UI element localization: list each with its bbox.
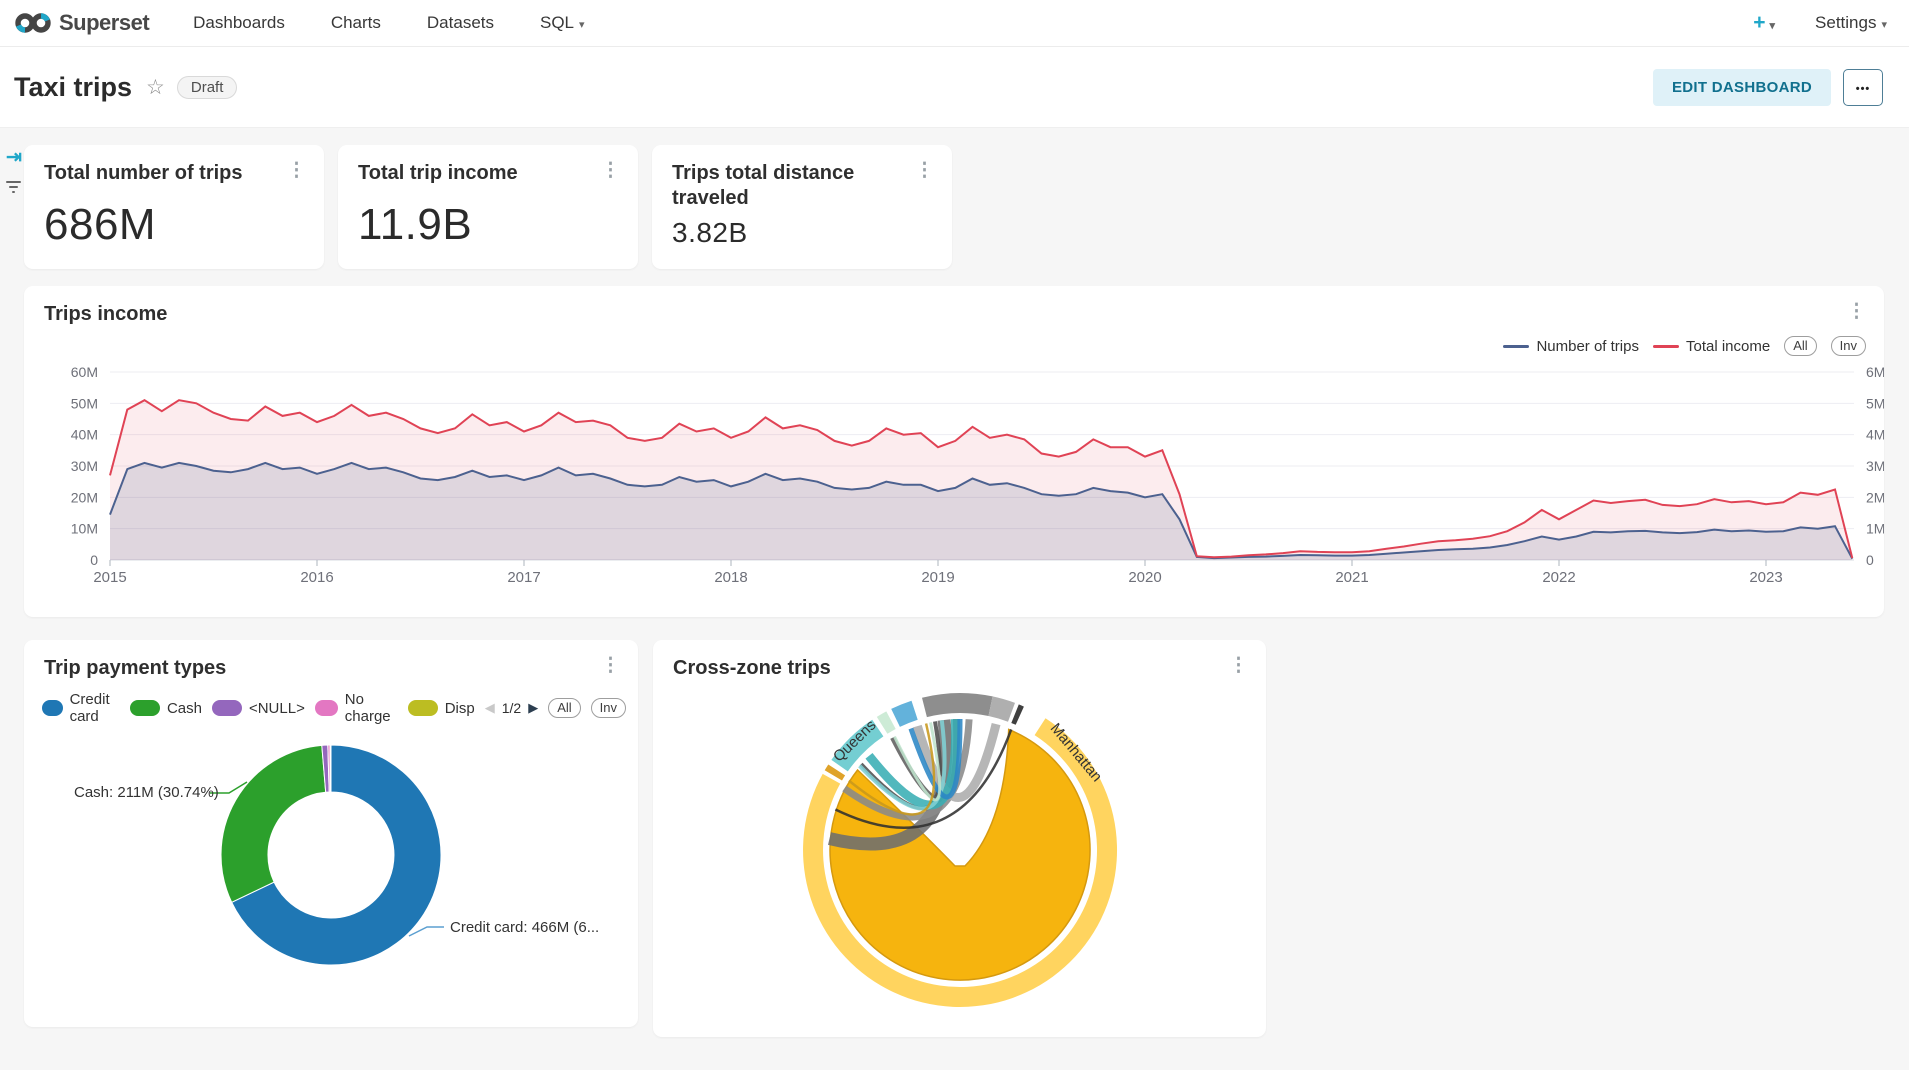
kpi-card-total-distance: Trips total distance traveled 3.82B <box>652 145 952 269</box>
filter-lines-icon <box>5 180 22 195</box>
header-actions: EDIT DASHBOARD <box>1653 69 1883 106</box>
kebab-menu-icon[interactable] <box>911 161 938 180</box>
kpi-card-trip-income: Total trip income 11.9B <box>338 145 638 269</box>
svg-text:10M: 10M <box>71 521 98 537</box>
trips-income-card: Trips income Number of trips Total incom… <box>24 286 1884 617</box>
svg-text:2016: 2016 <box>300 569 333 586</box>
svg-text:2019: 2019 <box>921 569 954 586</box>
svg-text:2017: 2017 <box>507 569 540 586</box>
chevron-down-icon <box>579 13 585 33</box>
payment-types-donut-chart: Cash: 211M (30.74%) Credit card: 466M (6.… <box>24 640 638 1032</box>
svg-text:2018: 2018 <box>714 569 747 586</box>
kebab-menu-icon[interactable] <box>283 161 310 180</box>
svg-text:4M: 4M <box>1866 427 1884 443</box>
svg-text:2020: 2020 <box>1128 569 1161 586</box>
kpi-value: 11.9B <box>338 186 638 250</box>
svg-text:0: 0 <box>1866 552 1874 568</box>
svg-text:Cash: 211M (30.74%): Cash: 211M (30.74%) <box>74 784 219 801</box>
svg-text:6M: 6M <box>1866 364 1884 380</box>
status-badge: Draft <box>177 76 238 99</box>
kpi-title: Total number of trips <box>44 161 243 186</box>
nav-item-dashboards[interactable]: Dashboards <box>193 13 285 33</box>
dashboard-header: Taxi trips Draft EDIT DASHBOARD <box>0 47 1909 128</box>
svg-text:3M: 3M <box>1866 458 1884 474</box>
nav-menu: Dashboards Charts Datasets SQL <box>193 13 584 33</box>
kebab-menu-icon[interactable] <box>597 161 624 180</box>
edit-dashboard-button[interactable]: EDIT DASHBOARD <box>1653 69 1831 106</box>
donut-chart-svg: Cash: 211M (30.74%) Credit card: 466M (6.… <box>24 640 638 1027</box>
nav-right: + Settings <box>1753 11 1887 35</box>
kpi-card-total-trips: Total number of trips 686M <box>24 145 324 269</box>
svg-text:2M: 2M <box>1866 489 1884 505</box>
kpi-title: Trips total distance traveled <box>672 161 892 211</box>
chord-chart-svg: QueensManhattan <box>653 640 1266 1037</box>
expand-filter-bar-icon[interactable]: ⇥ <box>6 146 22 169</box>
svg-text:20M: 20M <box>71 489 98 505</box>
top-navbar: Superset Dashboards Charts Datasets SQL … <box>0 0 1909 47</box>
filter-icon[interactable] <box>5 180 22 200</box>
new-item-button[interactable]: + <box>1753 11 1775 35</box>
svg-text:1M: 1M <box>1866 521 1884 537</box>
kpi-value: 686M <box>24 186 324 250</box>
nav-item-sql-label: SQL <box>540 13 574 33</box>
brand-name: Superset <box>59 10 149 36</box>
dashboard-canvas: ⇥ Total number of trips 686M Total trip … <box>0 128 1909 1070</box>
superset-logo-icon <box>14 11 52 35</box>
svg-text:2022: 2022 <box>1542 569 1575 586</box>
svg-text:0: 0 <box>90 552 98 568</box>
more-options-button[interactable] <box>1843 69 1883 106</box>
svg-text:50M: 50M <box>71 395 98 411</box>
svg-text:2023: 2023 <box>1749 569 1782 586</box>
svg-text:5M: 5M <box>1866 395 1884 411</box>
svg-text:30M: 30M <box>71 458 98 474</box>
nav-item-datasets[interactable]: Datasets <box>427 13 494 33</box>
svg-text:2021: 2021 <box>1335 569 1368 586</box>
page-title: Taxi trips <box>14 72 132 103</box>
svg-text:60M: 60M <box>71 364 98 380</box>
settings-label: Settings <box>1815 13 1876 33</box>
line-chart-svg: 60M6M50M5M40M4M30M3M20M2M10M1M0020152016… <box>24 286 1884 617</box>
nav-item-sql[interactable]: SQL <box>540 13 585 33</box>
svg-text:2015: 2015 <box>93 569 126 586</box>
svg-text:40M: 40M <box>71 427 98 443</box>
cross-zone-chord-chart: QueensManhattan <box>653 640 1266 1042</box>
chevron-down-icon <box>1770 11 1776 35</box>
payment-types-card: Trip payment types Credit card Cash <NUL… <box>24 640 638 1027</box>
kpi-title: Total trip income <box>358 161 518 186</box>
trips-income-chart: 60M6M50M5M40M4M30M3M20M2M10M1M0020152016… <box>24 286 1884 622</box>
favorite-star-icon[interactable] <box>146 75 165 100</box>
settings-menu[interactable]: Settings <box>1815 13 1887 33</box>
nav-item-charts[interactable]: Charts <box>331 13 381 33</box>
chevron-down-icon <box>1881 13 1887 33</box>
plus-icon: + <box>1753 11 1765 35</box>
kpi-value: 3.82B <box>652 211 952 249</box>
svg-text:Credit card: 466M (6...: Credit card: 466M (6... <box>450 919 599 936</box>
cross-zone-card: Cross-zone trips QueensManhattan <box>653 640 1266 1037</box>
superset-brand[interactable]: Superset <box>14 10 149 36</box>
